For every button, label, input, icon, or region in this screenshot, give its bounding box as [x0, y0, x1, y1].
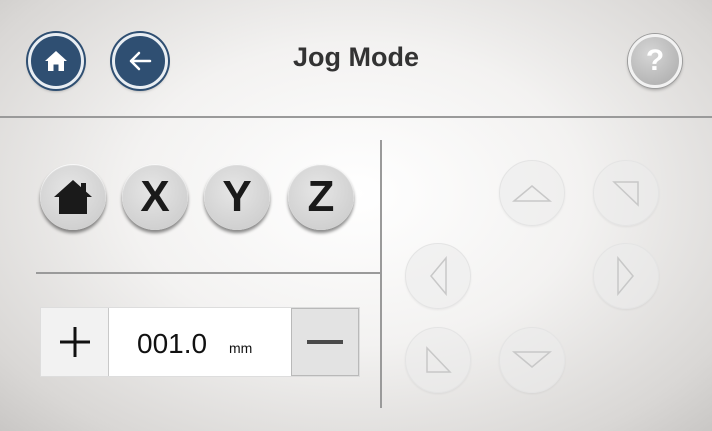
left-panel-divider — [36, 272, 381, 274]
step-value: 001.0 — [137, 328, 208, 359]
vertical-divider — [380, 140, 382, 408]
arrow-left-icon — [430, 256, 447, 296]
jog-right-button[interactable] — [593, 243, 659, 309]
jog-diagonal-button[interactable] — [593, 160, 659, 226]
help-label: ? — [645, 44, 665, 77]
page-title: Jog Mode — [293, 42, 419, 72]
step-unit: mm — [229, 340, 253, 356]
plus-icon — [59, 327, 90, 357]
home-icon — [54, 180, 92, 214]
arrow-diagonal-icon — [612, 181, 639, 207]
header-divider — [0, 116, 712, 118]
home-z-button[interactable]: Z — [288, 164, 354, 230]
z-axis-label: Z — [307, 172, 335, 221]
step-size-control: 001.0 mm — [40, 307, 360, 377]
minus-icon — [307, 340, 343, 344]
jog-left-button[interactable] — [405, 243, 471, 309]
x-axis-label: X — [140, 172, 170, 221]
jog-up-button[interactable] — [499, 160, 565, 226]
home-x-button[interactable]: X — [122, 164, 188, 230]
arrow-diagonal-icon — [426, 346, 452, 373]
increase-step-button[interactable] — [41, 308, 109, 376]
jog-diagonal-button[interactable] — [405, 327, 471, 393]
home-y-button[interactable]: Y — [204, 164, 270, 230]
arrow-up-icon — [512, 185, 552, 202]
decrease-step-button[interactable] — [291, 308, 359, 376]
y-axis-label: Y — [222, 172, 252, 221]
arrow-down-icon — [512, 351, 552, 368]
help-button[interactable]: ? — [628, 34, 682, 88]
home-all-axes-button[interactable] — [40, 164, 106, 230]
arrow-right-icon — [617, 256, 634, 296]
jog-down-button[interactable] — [499, 327, 565, 393]
